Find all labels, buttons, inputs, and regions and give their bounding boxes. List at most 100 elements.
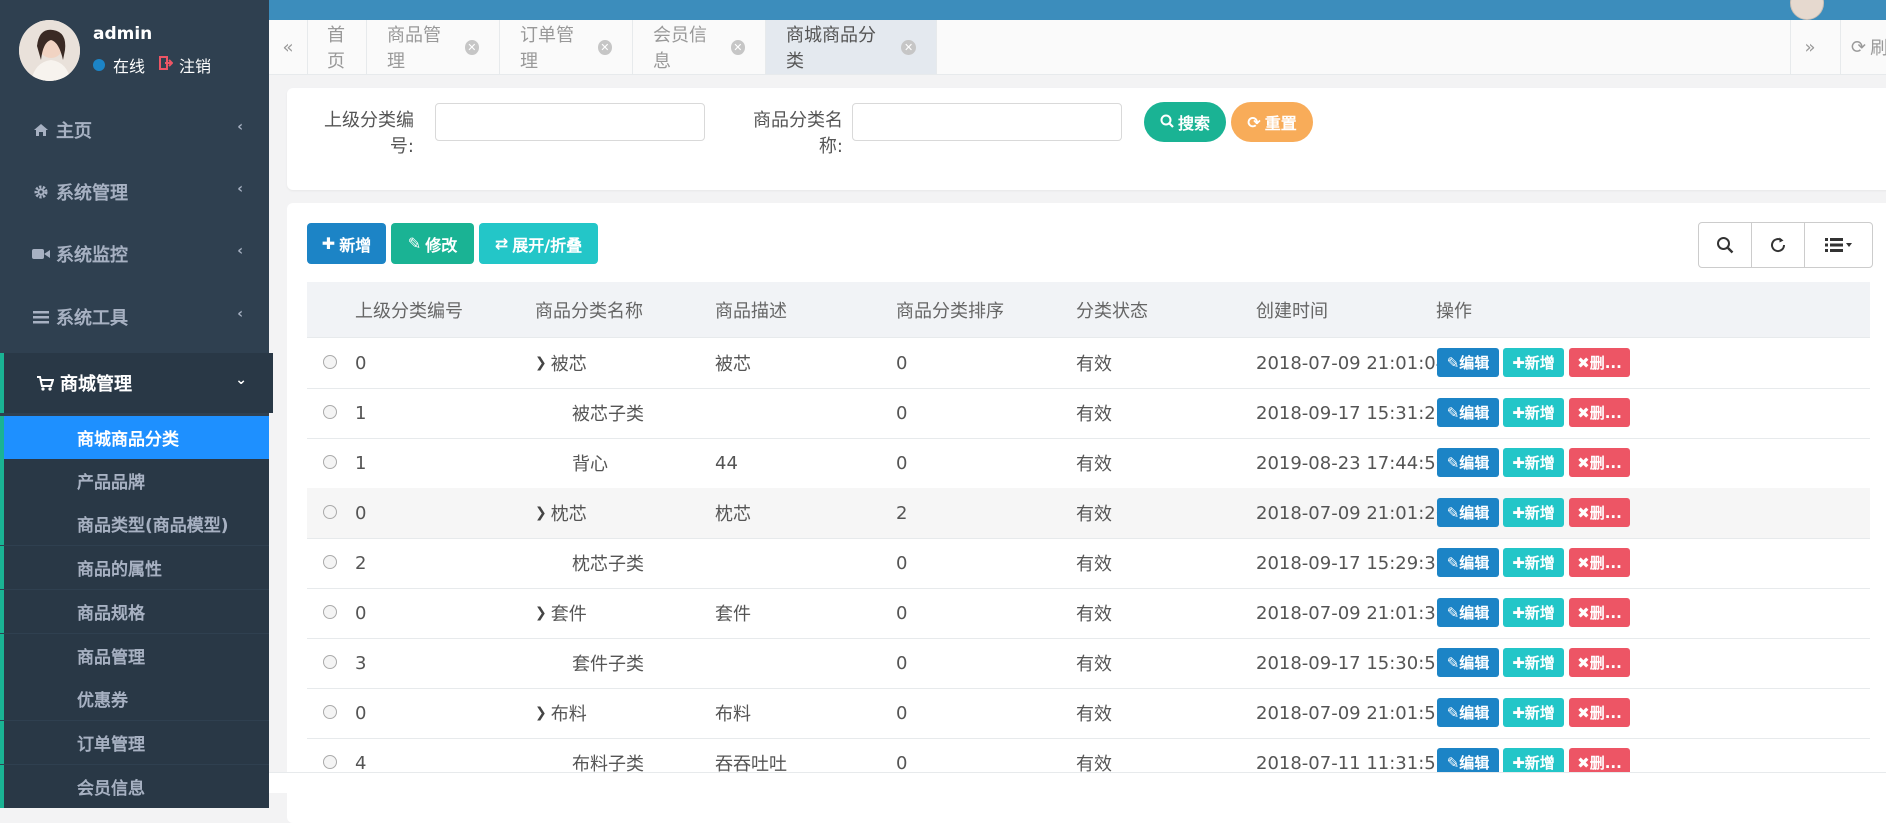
tab-orders[interactable]: 订单管理 ✕ xyxy=(500,20,633,74)
row-edit-button[interactable]: ✎ 编辑 xyxy=(1437,348,1499,377)
sidebar-item-home[interactable]: 主页 ‹ xyxy=(0,100,269,160)
table-row[interactable]: 1 背心 44 0 有效 2019-08-23 17:44:50 ✎ 编辑 ✚ 新增… xyxy=(307,438,1870,489)
header-avatar[interactable] xyxy=(1790,0,1824,20)
search-button[interactable]: 搜索 xyxy=(1144,102,1226,142)
tab-scroll-right-icon[interactable]: » xyxy=(1790,20,1829,74)
refresh-icon: ⟳ xyxy=(1851,36,1867,58)
sidebar-item-system[interactable]: 系统管理 ‹ xyxy=(0,162,269,222)
row-delete-button[interactable]: ✖ 删... xyxy=(1569,448,1630,477)
refresh-tab-button[interactable]: ⟳ 刷新 xyxy=(1840,20,1886,74)
expand-collapse-button[interactable]: ⇄ 展开/折叠 xyxy=(479,223,598,264)
row-radio[interactable] xyxy=(323,755,337,769)
add-button[interactable]: ✚ 新增 xyxy=(307,223,386,264)
edit-icon: ✎ xyxy=(407,234,422,253)
tab-scroll-left-icon[interactable]: « xyxy=(269,20,308,74)
row-edit-label: 编辑 xyxy=(1459,354,1490,372)
chevron-down-icon[interactable]: ❯ xyxy=(535,605,547,621)
table-row[interactable]: 0 ❯ 被芯 被芯 0 有效 2018-07-09 21:01:04 ✎ 编辑 ✚ 新… xyxy=(307,338,1870,389)
logout-link[interactable]: 注销 xyxy=(179,53,211,77)
chevron-left-icon: ‹ xyxy=(237,119,243,135)
row-delete-button[interactable]: ✖ 删... xyxy=(1569,398,1630,427)
row-delete-button[interactable]: ✖ 删... xyxy=(1569,348,1630,377)
tab-home[interactable]: 首页 xyxy=(307,20,367,74)
sidebar-sub-item-category[interactable]: 商城商品分类 xyxy=(0,416,269,459)
column-header[interactable]: 上级分类编号 xyxy=(355,282,463,337)
edit-icon: ✎ xyxy=(1446,603,1460,622)
table-row[interactable]: 1 被芯子类 0 有效 2018-09-17 15:31:22 ✎ 编辑 ✚ 新增 … xyxy=(307,388,1870,439)
table-search-button[interactable] xyxy=(1699,223,1752,267)
sidebar-sub-item-brand[interactable]: 产品品牌 xyxy=(0,459,269,502)
row-add-button[interactable]: ✚ 新增 xyxy=(1503,698,1564,727)
row-add-button[interactable]: ✚ 新增 xyxy=(1503,348,1564,377)
row-delete-button[interactable]: ✖ 删... xyxy=(1569,548,1630,577)
sidebar-sub-item-member[interactable]: 会员信息 xyxy=(0,765,269,808)
close-icon[interactable]: ✕ xyxy=(597,39,612,55)
sidebar-item-shop[interactable]: 商城管理 ⌄ xyxy=(0,353,273,413)
sidebar-sub-item-spec[interactable]: 商品规格 xyxy=(0,590,269,633)
table-tools xyxy=(1698,222,1873,268)
sidebar-sub-item-coupon[interactable]: 优惠券 xyxy=(0,677,269,720)
close-icon[interactable]: ✕ xyxy=(464,39,479,55)
table-row[interactable]: 0 ❯ 套件 套件 0 有效 2018-07-09 21:01:36 ✎ 编辑 ✚ 新… xyxy=(307,588,1870,639)
row-edit-button[interactable]: ✎ 编辑 xyxy=(1437,448,1499,477)
row-radio[interactable] xyxy=(323,455,337,469)
row-radio[interactable] xyxy=(323,355,337,369)
chevron-left-icon: ‹ xyxy=(237,243,243,259)
row-radio[interactable] xyxy=(323,405,337,419)
row-edit-button[interactable]: ✎ 编辑 xyxy=(1437,698,1499,727)
row-add-button[interactable]: ✚ 新增 xyxy=(1503,648,1564,677)
column-header[interactable]: 商品分类排序 xyxy=(896,282,1004,337)
table-row[interactable]: 2 枕芯子类 0 有效 2018-09-17 15:29:38 ✎ 编辑 ✚ 新增 … xyxy=(307,538,1870,589)
row-add-button[interactable]: ✚ 新增 xyxy=(1503,448,1564,477)
row-add-button[interactable]: ✚ 新增 xyxy=(1503,398,1564,427)
close-icon[interactable]: ✕ xyxy=(901,39,916,55)
row-delete-button[interactable]: ✖ 删... xyxy=(1569,498,1630,527)
row-edit-button[interactable]: ✎ 编辑 xyxy=(1437,548,1499,577)
tab-members[interactable]: 会员信息 ✕ xyxy=(633,20,766,74)
chevron-down-icon[interactable]: ❯ xyxy=(535,505,547,521)
row-radio[interactable] xyxy=(323,505,337,519)
row-edit-button[interactable]: ✎ 编辑 xyxy=(1437,398,1499,427)
table-refresh-button[interactable] xyxy=(1752,223,1805,267)
logout-icon[interactable] xyxy=(159,56,174,74)
reset-button[interactable]: ⟳ 重置 xyxy=(1231,102,1313,142)
avatar[interactable] xyxy=(19,20,80,81)
row-add-button[interactable]: ✚ 新增 xyxy=(1503,498,1564,527)
chevron-down-icon[interactable]: ❯ xyxy=(535,355,547,371)
row-delete-button[interactable]: ✖ 删... xyxy=(1569,698,1630,727)
cell-name-text: 被芯 xyxy=(550,354,587,375)
row-edit-button[interactable]: ✎ 编辑 xyxy=(1437,648,1499,677)
table-columns-button[interactable] xyxy=(1805,223,1872,267)
column-header[interactable]: 商品描述 xyxy=(715,282,787,337)
parent-id-input[interactable] xyxy=(435,103,705,141)
row-radio[interactable] xyxy=(323,605,337,619)
sidebar-item-monitor[interactable]: 系统监控 ‹ xyxy=(0,224,269,284)
category-name-input[interactable] xyxy=(852,103,1122,141)
column-header[interactable]: 分类状态 xyxy=(1076,282,1148,337)
table-row[interactable]: 3 套件子类 0 有效 2018-09-17 15:30:59 ✎ 编辑 ✚ 新增 … xyxy=(307,638,1870,689)
sidebar-sub-item-attribute[interactable]: 商品的属性 xyxy=(0,546,269,589)
tab-category[interactable]: 商城商品分类 ✕ xyxy=(766,20,937,74)
sidebar-item-tools[interactable]: 系统工具 ‹ xyxy=(0,287,269,347)
tab-bar: « 首页 商品管理 ✕ 订单管理 ✕ 会员信息 ✕ 商城商品分类 ✕ » ⟳ 刷新 xyxy=(269,20,1886,75)
row-edit-button[interactable]: ✎ 编辑 xyxy=(1437,598,1499,627)
row-edit-button[interactable]: ✎ 编辑 xyxy=(1437,498,1499,527)
sidebar-sub-item-type[interactable]: 商品类型(商品模型) xyxy=(0,502,269,545)
edit-button[interactable]: ✎ 修改 xyxy=(391,223,474,264)
sidebar-sub-item-order[interactable]: 订单管理 xyxy=(0,721,269,764)
close-icon[interactable]: ✕ xyxy=(730,39,745,55)
row-delete-button[interactable]: ✖ 删... xyxy=(1569,598,1630,627)
chevron-down-icon[interactable]: ❯ xyxy=(535,705,547,721)
row-radio[interactable] xyxy=(323,555,337,569)
row-radio[interactable] xyxy=(323,655,337,669)
table-row[interactable]: 0 ❯ 枕芯 枕芯 2 有效 2018-07-09 21:01:20 ✎ 编辑 ✚ 新… xyxy=(307,488,1870,539)
column-header[interactable]: 商品分类名称 xyxy=(535,282,643,337)
sidebar-sub-item-goods[interactable]: 商品管理 xyxy=(0,634,269,677)
table-row[interactable]: 0 ❯ 布料 布料 0 有效 2018-07-09 21:01:51 ✎ 编辑 ✚ 新… xyxy=(307,688,1870,739)
row-add-button[interactable]: ✚ 新增 xyxy=(1503,598,1564,627)
column-header[interactable]: 创建时间 xyxy=(1256,282,1328,337)
row-radio[interactable] xyxy=(323,705,337,719)
row-delete-button[interactable]: ✖ 删... xyxy=(1569,648,1630,677)
tab-goods[interactable]: 商品管理 ✕ xyxy=(367,20,500,74)
row-add-button[interactable]: ✚ 新增 xyxy=(1503,548,1564,577)
